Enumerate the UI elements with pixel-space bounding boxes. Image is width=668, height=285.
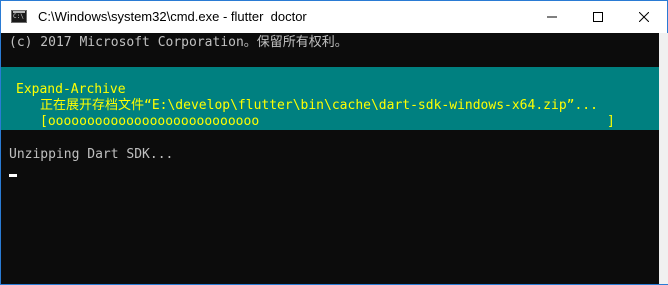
maximize-icon bbox=[593, 12, 603, 22]
progress-bar-end: ] bbox=[607, 114, 615, 129]
cmd-icon[interactable] bbox=[11, 10, 27, 23]
title-bar[interactable]: C:\Windows\system32\cmd.exe - flutter do… bbox=[1, 1, 667, 33]
text-cursor bbox=[9, 174, 17, 177]
window-title: C:\Windows\system32\cmd.exe - flutter do… bbox=[38, 9, 307, 24]
close-icon bbox=[639, 12, 649, 22]
vertical-scrollbar[interactable] bbox=[659, 33, 668, 284]
close-button[interactable] bbox=[621, 1, 667, 33]
cmd-window: C:\Windows\system32\cmd.exe - flutter do… bbox=[0, 0, 668, 285]
progress-panel: Expand-Archive 正在展开存档文件“E:\develop\flutt… bbox=[1, 67, 659, 130]
console-output[interactable]: (c) 2017 Microsoft Corporation。保留所有权利。 E… bbox=[1, 33, 659, 284]
unzip-line: Unzipping Dart SDK... bbox=[9, 147, 174, 162]
progress-status: 正在展开存档文件“E:\develop\flutter\bin\cache\da… bbox=[40, 98, 598, 113]
maximize-button[interactable] bbox=[575, 1, 621, 33]
progress-bar: [ooooooooooooooooooooooooooo bbox=[40, 114, 260, 129]
copyright-line: (c) 2017 Microsoft Corporation。保留所有权利。 bbox=[9, 35, 348, 50]
minimize-icon bbox=[547, 16, 557, 18]
minimize-button[interactable] bbox=[529, 1, 575, 33]
progress-activity: Expand-Archive bbox=[16, 82, 126, 97]
